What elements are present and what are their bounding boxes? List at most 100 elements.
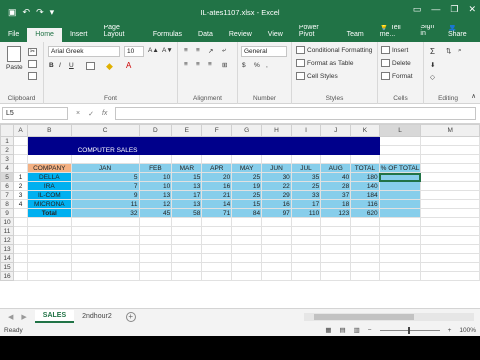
insert-function-icon[interactable]: fx <box>102 110 107 118</box>
name-box[interactable]: L5 <box>2 107 68 120</box>
row-header[interactable]: 7 <box>0 190 15 200</box>
cell[interactable] <box>350 226 380 236</box>
cell[interactable] <box>320 226 352 236</box>
cell[interactable] <box>13 154 29 164</box>
header-cell[interactable]: MAR <box>171 163 203 173</box>
page-layout-view-icon[interactable]: ▤ <box>339 326 345 334</box>
cell[interactable] <box>201 235 233 245</box>
tab-data[interactable]: Data <box>190 31 221 42</box>
cell[interactable] <box>231 217 263 227</box>
cell[interactable] <box>231 136 263 146</box>
cell[interactable] <box>201 226 233 236</box>
cell[interactable] <box>70 235 140 245</box>
header-cell[interactable]: JUN <box>261 163 292 173</box>
zoom-slider[interactable] <box>379 326 440 334</box>
column-header[interactable]: J <box>320 124 352 137</box>
value-cell[interactable]: 10 <box>138 181 173 191</box>
cell[interactable] <box>378 235 422 245</box>
row-header[interactable]: 14 <box>0 253 15 263</box>
sheet-tab-2ndhour2[interactable]: 2ndhour2 <box>74 311 120 322</box>
scroll-thumb[interactable] <box>314 313 414 320</box>
tab-power-pivot[interactable]: Power Pivot <box>291 24 339 42</box>
cell[interactable] <box>261 154 292 164</box>
ribbon-display-icon[interactable]: ▭ <box>413 4 422 15</box>
row-header[interactable]: 2 <box>0 145 15 155</box>
cell[interactable] <box>350 253 380 263</box>
column-header[interactable]: D <box>138 124 173 137</box>
company-cell[interactable]: IL-COM <box>27 190 72 200</box>
cell[interactable] <box>27 235 72 245</box>
header-cell[interactable]: JAN <box>70 163 140 173</box>
value-cell[interactable]: 12 <box>138 199 173 209</box>
font-name-combo[interactable]: Arial Greek <box>48 46 120 57</box>
cell[interactable] <box>171 145 203 155</box>
cell[interactable] <box>201 253 233 263</box>
row-header[interactable]: 10 <box>0 217 15 227</box>
row-index-cell[interactable]: 1 <box>13 172 29 182</box>
value-cell[interactable]: 116 <box>350 199 380 209</box>
cell[interactable] <box>261 271 292 281</box>
cell[interactable] <box>261 244 292 254</box>
align-middle-icon[interactable]: ≡ <box>196 47 200 54</box>
value-cell[interactable]: 40 <box>320 172 352 182</box>
value-cell[interactable]: 58 <box>171 208 203 218</box>
minimize-icon[interactable]: — <box>431 4 440 15</box>
cell[interactable] <box>231 253 263 263</box>
cell[interactable] <box>231 154 263 164</box>
value-cell[interactable]: 22 <box>261 181 292 191</box>
cell[interactable] <box>378 136 422 146</box>
sign-in-link[interactable]: Sign in <box>420 23 438 38</box>
tab-formulas[interactable]: Formulas <box>145 31 190 42</box>
cell[interactable] <box>290 226 322 236</box>
cell[interactable] <box>320 262 352 272</box>
format-painter-icon[interactable] <box>28 72 37 80</box>
row-header[interactable]: 1 <box>0 136 15 146</box>
row-header[interactable]: 8 <box>0 199 15 209</box>
cell[interactable] <box>27 217 72 227</box>
borders-icon[interactable] <box>86 62 95 70</box>
cell[interactable] <box>420 208 480 218</box>
value-cell[interactable]: 7 <box>70 181 140 191</box>
value-cell[interactable]: 16 <box>261 199 292 209</box>
value-cell[interactable]: 25 <box>290 181 322 191</box>
cell[interactable] <box>320 154 352 164</box>
cell[interactable] <box>138 154 173 164</box>
cell[interactable] <box>378 199 422 209</box>
row-header[interactable]: 3 <box>0 154 15 164</box>
cell[interactable] <box>171 136 203 146</box>
cell[interactable] <box>231 262 263 272</box>
header-cell[interactable]: AUG <box>320 163 352 173</box>
next-sheet-icon[interactable]: ▶ <box>21 313 26 321</box>
cell[interactable] <box>13 145 29 155</box>
zoom-knob[interactable] <box>407 326 410 334</box>
zoom-out-icon[interactable]: − <box>368 327 372 334</box>
cell[interactable] <box>420 190 480 200</box>
cell[interactable] <box>27 226 72 236</box>
cell[interactable] <box>70 154 140 164</box>
value-cell[interactable]: 184 <box>350 190 380 200</box>
header-cell[interactable]: COMPANY <box>27 163 72 173</box>
column-header[interactable]: E <box>171 124 203 137</box>
formula-input[interactable] <box>115 107 476 120</box>
value-cell[interactable]: 28 <box>320 181 352 191</box>
format-button[interactable]: Format <box>381 72 413 80</box>
header-cell[interactable]: % OF TOTAL <box>378 163 422 173</box>
underline-button[interactable]: U <box>69 62 74 69</box>
value-cell[interactable]: 17 <box>171 190 203 200</box>
fill-icon[interactable]: ⬇ <box>430 61 435 69</box>
cell[interactable] <box>138 136 173 146</box>
row-header[interactable]: 13 <box>0 244 15 254</box>
cell[interactable] <box>420 145 480 155</box>
cell[interactable] <box>27 244 72 254</box>
font-color-icon[interactable]: A <box>126 61 131 70</box>
cell[interactable] <box>201 145 233 155</box>
cell[interactable] <box>320 235 352 245</box>
value-cell[interactable]: 123 <box>320 208 352 218</box>
align-left-icon[interactable]: ≡ <box>184 61 188 68</box>
cell[interactable] <box>201 244 233 254</box>
value-cell[interactable]: 9 <box>70 190 140 200</box>
cell[interactable] <box>261 262 292 272</box>
cell[interactable] <box>138 253 173 263</box>
cell[interactable] <box>420 172 480 182</box>
value-cell[interactable]: 15 <box>231 199 263 209</box>
